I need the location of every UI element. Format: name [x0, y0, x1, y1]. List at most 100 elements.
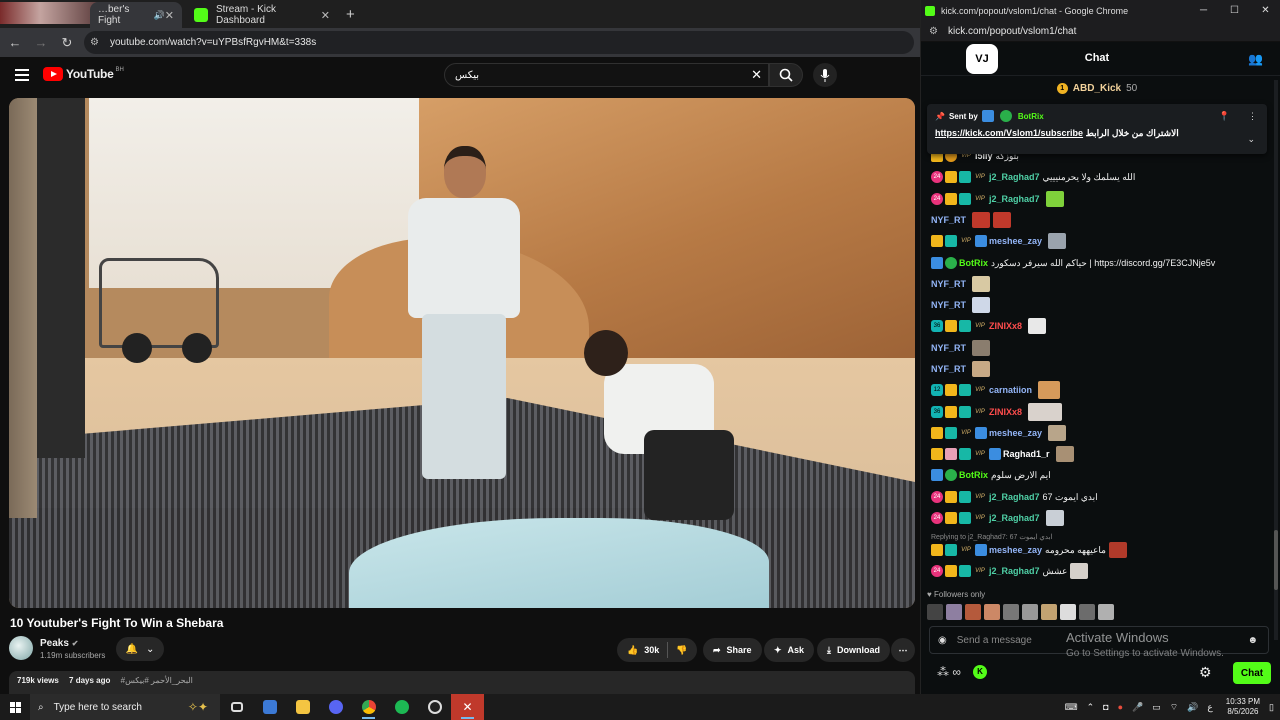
chat-username[interactable]: meshee_zay [989, 545, 1042, 555]
youtube-logo[interactable]: YouTube BH [43, 67, 124, 81]
close-app-button[interactable]: ✕ [451, 694, 484, 720]
chat-message[interactable]: 36 VIP ZINIXx8 [931, 317, 1047, 335]
clock[interactable]: 10:33 PM 8/5/2026 [1226, 697, 1260, 717]
chat-username[interactable]: carnatiion [989, 385, 1032, 395]
chat-message-list[interactable]: VIP I5liy بتوزكه 24 VIP j2_Raghad7 الله ي… [921, 100, 1273, 586]
top-gifter-banner[interactable]: 1 ABD_Kick 50 [921, 80, 1273, 96]
close-tab-icon[interactable]: ✕ [165, 9, 174, 22]
clear-search-icon[interactable]: ✕ [751, 67, 762, 83]
chat-message[interactable]: 12 VIP carnatiion [931, 381, 1061, 399]
chat-username[interactable]: NYF_RT [931, 300, 966, 310]
chat-message[interactable]: 24 VIP j2_Raghad7 [931, 509, 1064, 527]
kick-badge-icon[interactable]: K [973, 665, 987, 679]
maximize-icon[interactable]: ☐ [1219, 0, 1250, 22]
reply-context[interactable]: Replying to j2_Raghad7: 67 ابدي ايموت [931, 533, 1052, 541]
chat-username[interactable]: NYF_RT [931, 343, 966, 353]
chat-message[interactable]: 24 VIP j2_Raghad7 [931, 190, 1064, 208]
description-box[interactable]: 719k views 7 days ago #البحر_الأحمر #بيك… [9, 671, 915, 695]
new-tab-icon[interactable]: + [346, 6, 355, 23]
chat-username[interactable]: j2_Raghad7 [989, 194, 1040, 204]
subscribe-link[interactable]: https://kick.com/Vslom1/subscribe [935, 128, 1083, 138]
chat-message[interactable]: BotRix حياكم الله سيرفر دسكورد | https:/… [931, 254, 1215, 272]
forward-icon[interactable]: → [30, 35, 52, 50]
close-tab-icon[interactable]: ✕ [321, 9, 330, 22]
task-view-button[interactable] [220, 694, 253, 720]
chat-username[interactable]: NYF_RT [931, 215, 966, 225]
voice-search-button[interactable] [813, 63, 837, 87]
chrome-app[interactable] [352, 694, 385, 720]
close-icon[interactable]: ✕ [1250, 0, 1280, 22]
chat-scrollbar[interactable] [1274, 80, 1278, 640]
language-indicator[interactable]: ع [1207, 702, 1212, 713]
chat-message[interactable]: 24 VIP j2_Raghad7 الله يسلمك ولا يحرمنييي… [931, 168, 1135, 186]
chat-message[interactable]: VIP Raghad1_r [931, 445, 1074, 463]
tray-app-icon[interactable]: ◘ [1103, 702, 1108, 712]
keyboard-icon[interactable]: ⌨ [1065, 702, 1078, 713]
speaker-icon[interactable]: 🔊 [154, 10, 165, 21]
channel-avatar[interactable] [9, 636, 33, 660]
chat-message[interactable]: VIP meshee_zay ماعيههه محرومه [931, 541, 1127, 559]
volume-icon[interactable]: 🔊 [1187, 702, 1198, 713]
send-chat-button[interactable]: Chat [1233, 662, 1271, 684]
points-icon[interactable]: ⁂ ∞ [937, 665, 961, 679]
chat-username[interactable]: NYF_RT [931, 279, 966, 289]
share-button[interactable]: ➦ Share [703, 638, 762, 662]
tab-kick-dashboard[interactable]: Stream - Kick Dashboard ✕ [186, 2, 338, 28]
search-input[interactable]: بيكس ✕ [444, 63, 769, 87]
obs-app[interactable] [418, 694, 451, 720]
reload-icon[interactable]: ↻ [56, 35, 78, 51]
unpin-icon[interactable]: 📍 [1219, 111, 1230, 122]
kebab-menu-icon[interactable]: ⋮ [1248, 111, 1257, 122]
chat-message[interactable]: 24 VIP j2_Raghad7 عشش [931, 562, 1089, 580]
tray-app-icon[interactable]: ● [1118, 702, 1123, 712]
chevron-down-icon[interactable]: ⌄ [1247, 134, 1255, 145]
start-button[interactable] [0, 701, 30, 713]
chat-message[interactable]: NYF_RT [931, 360, 991, 378]
chat-message[interactable]: NYF_RT [931, 275, 991, 293]
chat-username[interactable]: BotRix [959, 258, 988, 268]
chat-username[interactable]: ZINIXx8 [989, 321, 1022, 331]
chat-username[interactable]: NYF_RT [931, 364, 966, 374]
ask-button[interactable]: ✦ Ask [764, 638, 815, 662]
search-button[interactable] [769, 63, 803, 87]
display-icon[interactable]: ▭ [1152, 702, 1161, 713]
chat-message[interactable]: VIP meshee_zay [931, 424, 1067, 442]
discord-app[interactable] [319, 694, 352, 720]
store-app[interactable] [253, 694, 286, 720]
file-explorer-app[interactable] [286, 694, 319, 720]
thumbs-down-icon[interactable]: 👎 [676, 645, 687, 656]
pinned-message[interactable]: 📌 Sent by BotRix https://kick.com/Vslom1… [927, 104, 1267, 154]
chevron-up-icon[interactable]: ⌃ [1087, 702, 1095, 713]
spotify-app[interactable] [385, 694, 418, 720]
users-icon[interactable]: 👥 [1248, 52, 1263, 66]
like-button[interactable]: 👍 30k 👎 [617, 638, 698, 662]
pinned-sender[interactable]: BotRix [1018, 112, 1044, 121]
chat-message[interactable]: VIP meshee_zay [931, 232, 1067, 250]
chat-username[interactable]: j2_Raghad7 [989, 513, 1040, 523]
hashtags[interactable]: #البحر_الأحمر #بيكس [121, 676, 193, 685]
chat-username[interactable]: meshee_zay [989, 236, 1042, 246]
download-button[interactable]: ⤓ Download [817, 638, 890, 662]
chat-message[interactable]: NYF_RT [931, 211, 1012, 229]
url-field[interactable]: ⚙ youtube.com/watch?v=uYPBsfRgvHM&t=338s [84, 31, 914, 54]
menu-icon[interactable] [15, 69, 29, 81]
taskbar-search[interactable]: ⌕ Type here to search ✧✦ [30, 694, 220, 720]
chat-text[interactable]: حياكم الله سيرفر دسكورد | https://discor… [991, 258, 1215, 269]
chat-message[interactable]: NYF_RT [931, 339, 991, 357]
wifi-icon[interactable]: ⌔ [1170, 702, 1178, 713]
chat-message[interactable]: 36 VIP ZINIXx8 [931, 403, 1063, 421]
chat-username[interactable]: ZINIXx8 [989, 407, 1022, 417]
minimize-icon[interactable]: ─ [1188, 0, 1219, 22]
chat-username[interactable]: BotRix [959, 470, 988, 480]
kick-url-bar[interactable]: ⚙ kick.com/popout/vslom1/chat [921, 22, 1280, 42]
settings-icon[interactable]: ⚙ [1199, 664, 1212, 681]
chat-username[interactable]: j2_Raghad7 [989, 566, 1040, 576]
more-actions-button[interactable]: ⋯ [891, 638, 915, 662]
chat-message[interactable]: 24 VIP j2_Raghad7 67 ابدي ايموت [931, 488, 1098, 506]
chat-message[interactable]: BotRix ايم الارض سلوم [931, 466, 1051, 484]
back-icon[interactable]: ← [4, 35, 26, 50]
video-player[interactable] [9, 98, 915, 608]
microphone-icon[interactable]: 🎤 [1132, 702, 1143, 713]
chat-username[interactable]: Raghad1_r [1003, 449, 1050, 459]
site-info-icon[interactable]: ⚙ [90, 37, 104, 48]
